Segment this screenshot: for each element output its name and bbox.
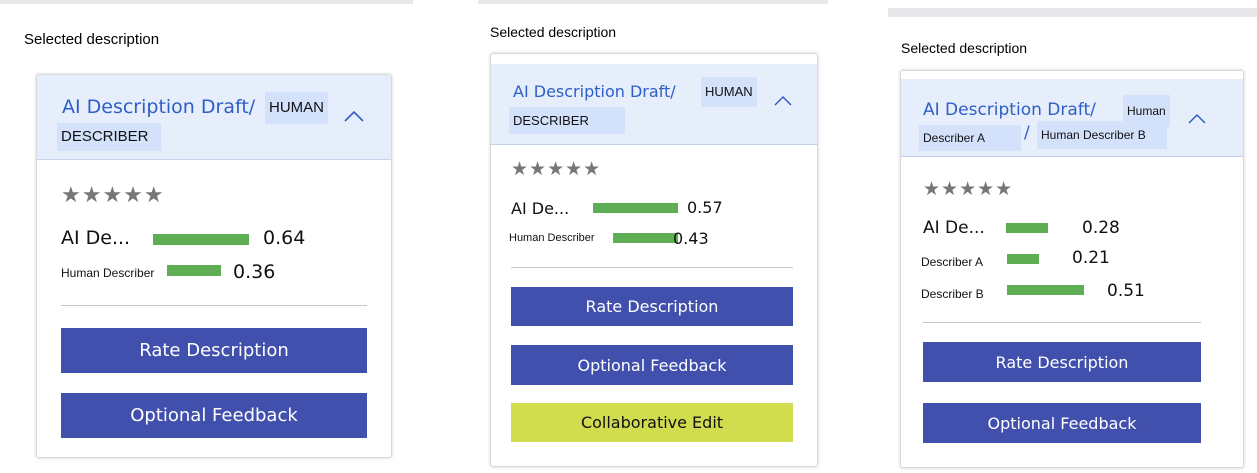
rate-description-button[interactable]: Rate Description [923, 342, 1201, 382]
card-header[interactable]: AI Description Draft/ Human Describer A … [901, 79, 1243, 157]
describer-a-label: Describer A [921, 255, 984, 269]
chevron-up-icon[interactable] [1187, 113, 1207, 125]
description-card: AI Description Draft/ HUMAN DESCRIBER ★★… [490, 53, 818, 467]
ai-draft-label: AI De... [511, 199, 570, 218]
ai-draft-score-bar [593, 203, 678, 213]
describer-b-score-bar [1007, 285, 1084, 295]
describer-a-score-bar [1007, 254, 1039, 264]
card-divider [511, 267, 793, 268]
human-describer-label: Human Describer [509, 232, 595, 244]
selected-description-caption: Selected description [24, 31, 160, 48]
ai-draft-label: AI De... [923, 218, 985, 238]
ai-draft-score: 0.28 [1082, 218, 1120, 238]
collaborative-edit-button[interactable]: Collaborative Edit [511, 403, 793, 442]
rate-description-button[interactable]: Rate Description [61, 328, 367, 373]
star-rating[interactable]: ★★★★★ [61, 183, 165, 208]
ai-draft-score: 0.57 [687, 198, 723, 217]
star-rating[interactable]: ★★★★★ [923, 178, 1013, 200]
description-card: AI Description Draft/ HUMAN DESCRIBER ★★… [36, 74, 392, 458]
card-header[interactable]: AI Description Draft/ HUMAN DESCRIBER [491, 64, 817, 145]
description-panel-1: Selected description AI Description Draf… [0, 0, 413, 473]
describer-a-tag[interactable]: Describer A [919, 125, 1021, 151]
card-divider [923, 322, 1201, 323]
human-describer-score-bar [613, 233, 678, 243]
top-divider [888, 8, 1257, 17]
human-describer-score-bar [167, 265, 221, 276]
ai-draft-title[interactable]: AI Description Draft/ [923, 100, 1096, 120]
description-card: AI Description Draft/ Human Describer A … [900, 70, 1244, 468]
ai-draft-score-bar [153, 234, 249, 245]
top-divider [0, 0, 413, 4]
human-describer-score: 0.43 [673, 229, 709, 248]
describer-b-label: Describer B [921, 287, 984, 301]
description-panel-2: Selected description AI Description Draf… [478, 0, 828, 473]
ai-draft-score-bar [1006, 223, 1048, 233]
tag-separator: / [1024, 123, 1030, 143]
star-rating[interactable]: ★★★★★ [511, 158, 601, 180]
card-header[interactable]: AI Description Draft/ HUMAN DESCRIBER [37, 75, 391, 160]
human-describer-tag[interactable]: HUMAN [701, 77, 757, 107]
describer-a-score: 0.21 [1072, 248, 1110, 268]
human-describer-b-tag[interactable]: Human Describer B [1037, 121, 1167, 149]
rate-description-button[interactable]: Rate Description [511, 287, 793, 326]
selected-description-caption: Selected description [901, 40, 1028, 56]
selected-description-caption: Selected description [490, 24, 617, 40]
optional-feedback-button[interactable]: Optional Feedback [511, 345, 793, 385]
chevron-up-icon[interactable] [773, 95, 793, 107]
human-describer-score: 0.36 [233, 261, 276, 283]
card-divider [61, 305, 367, 306]
description-panel-3: Selected description AI Description Draf… [888, 0, 1257, 473]
ai-draft-title[interactable]: AI Description Draft/ [513, 82, 676, 101]
optional-feedback-button[interactable]: Optional Feedback [61, 393, 367, 438]
human-describer-tag[interactable]: HUMAN [265, 92, 328, 124]
ai-draft-label: AI De... [61, 227, 131, 249]
optional-feedback-button[interactable]: Optional Feedback [923, 403, 1201, 443]
human-describer-tag-line2[interactable]: DESCRIBER [509, 107, 625, 134]
top-divider [478, 0, 828, 4]
human-describer-label: Human Describer [61, 266, 155, 280]
ai-draft-score: 0.64 [263, 227, 306, 249]
ai-draft-title[interactable]: AI Description Draft/ [62, 96, 255, 118]
chevron-up-icon[interactable] [343, 109, 365, 123]
describer-b-score: 0.51 [1107, 281, 1145, 301]
human-describer-tag-line2[interactable]: DESCRIBER [57, 123, 161, 151]
